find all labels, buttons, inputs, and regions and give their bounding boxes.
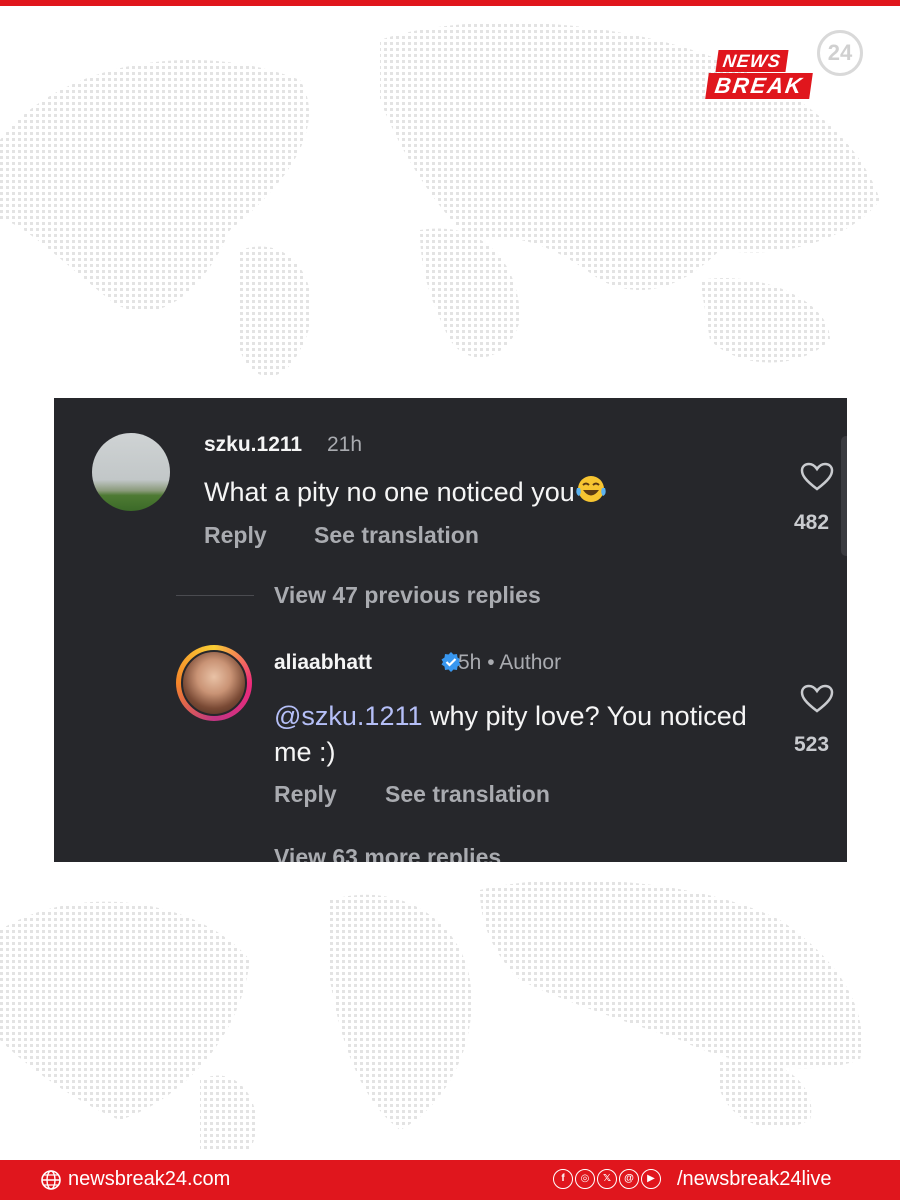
face-with-tears-of-joy-icon <box>576 476 606 502</box>
scroll-edge <box>841 436 847 556</box>
footer-bar: newsbreak24.com f ◎ 𝕏 @ ▶ /newsbreak24li… <box>0 1160 900 1200</box>
logo-badge: 24 <box>817 30 863 76</box>
avatar[interactable] <box>92 433 170 511</box>
view-more-replies-link[interactable]: View 63 more replies <box>274 844 501 862</box>
view-previous-replies-link[interactable]: View 47 previous replies <box>274 582 541 609</box>
instagram-icon[interactable]: ◎ <box>575 1169 595 1189</box>
like-count: 523 <box>794 733 830 756</box>
comment-username[interactable]: aliaabhatt <box>274 651 372 675</box>
avatar <box>181 650 247 716</box>
youtube-icon[interactable]: ▶ <box>641 1169 661 1189</box>
story-ring-avatar[interactable] <box>176 645 252 721</box>
threads-icon[interactable]: @ <box>619 1169 639 1189</box>
instagram-comments-screenshot: szku.1211 21h What a pity no one noticed… <box>54 398 847 862</box>
see-translation-link[interactable]: See translation <box>314 522 479 549</box>
facebook-icon[interactable]: f <box>553 1169 573 1189</box>
mention-link[interactable]: @szku.1211 <box>274 701 423 731</box>
comment-text: @szku.1211 why pity love? You noticed me… <box>274 698 774 770</box>
heart-icon[interactable] <box>800 462 834 492</box>
logo-word-break: BREAK <box>705 73 814 99</box>
social-icons: f ◎ 𝕏 @ ▶ <box>553 1169 661 1189</box>
comment-timestamp: 5h • Author <box>458 651 562 674</box>
x-icon[interactable]: 𝕏 <box>597 1169 617 1189</box>
replies-divider <box>176 595 254 596</box>
globe-icon <box>41 1170 61 1190</box>
comment-username[interactable]: szku.1211 <box>204 433 302 457</box>
comment-timestamp: 21h <box>327 433 363 456</box>
website-link[interactable]: newsbreak24.com <box>68 1168 230 1191</box>
comment-text: What a pity no one noticed you <box>204 474 607 508</box>
heart-icon[interactable] <box>800 684 834 714</box>
logo-word-news: NEWS <box>715 50 789 72</box>
newsbreak24-logo: 24 NEWS BREAK <box>705 30 865 110</box>
reply-button[interactable]: Reply <box>204 522 267 549</box>
comment-text-body: What a pity no one noticed you <box>204 477 575 507</box>
like-count: 482 <box>794 511 830 534</box>
reply-button[interactable]: Reply <box>274 781 337 808</box>
see-translation-link[interactable]: See translation <box>385 781 550 808</box>
social-handle[interactable]: /newsbreak24live <box>677 1168 832 1191</box>
